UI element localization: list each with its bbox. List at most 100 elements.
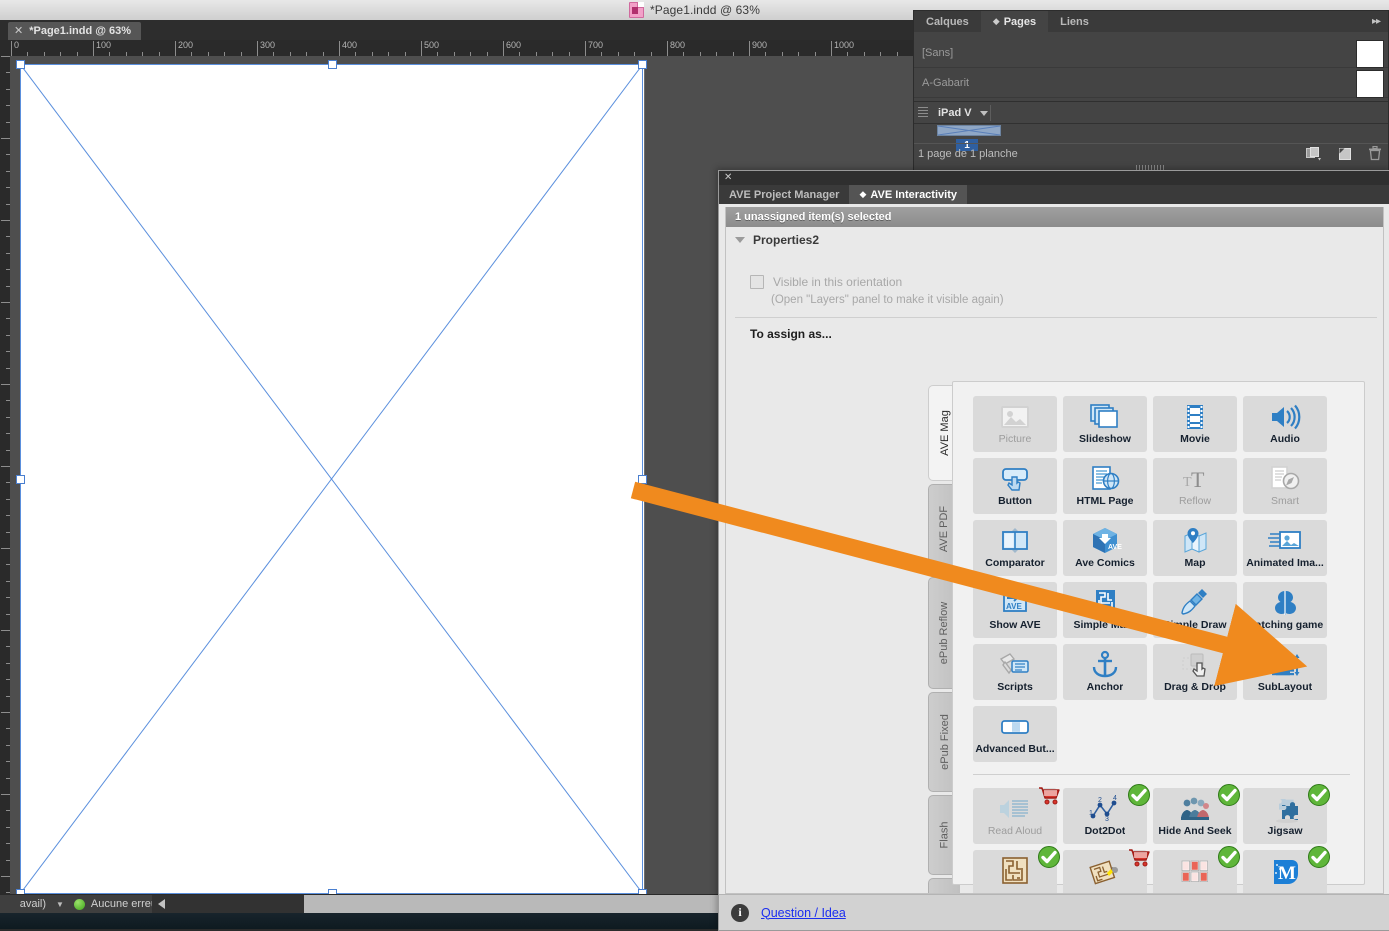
dot2dot-icon: 12 3 4: [1088, 792, 1122, 826]
visible-in-orientation-row[interactable]: Visible in this orientation: [750, 275, 902, 289]
interactivity-item-reflow[interactable]: T T Reflow: [1153, 458, 1237, 514]
svg-text:T: T: [1191, 467, 1205, 492]
game-item-jigsaw[interactable]: Jigsaw: [1243, 784, 1330, 844]
pages-panel: Calques ◆ Pages Liens ▸▸ [Sans] A-Gabari…: [913, 10, 1389, 171]
interactivity-item-comparator[interactable]: Comparator: [973, 520, 1057, 576]
question-idea-link[interactable]: Question / Idea: [761, 906, 846, 920]
tab-liens-label: Liens: [1060, 15, 1089, 28]
interactivity-item-smart[interactable]: Smart: [1243, 458, 1327, 514]
tab-ave-interactivity-label: AVE Interactivity: [870, 188, 957, 201]
interactivity-item-show-ave[interactable]: AVE Show AVE: [973, 582, 1057, 638]
game-item-item-6[interactable]: [1153, 846, 1240, 893]
tab-pages[interactable]: ◆ Pages: [980, 11, 1049, 32]
ruler-label: 700: [588, 40, 604, 50]
check-badge-icon: [1217, 783, 1241, 807]
frame-handle-tc[interactable]: [328, 60, 337, 69]
drag-grip-icon[interactable]: [918, 107, 928, 119]
chevron-down-icon[interactable]: [979, 110, 988, 116]
device-divider: [990, 105, 991, 121]
interactivity-item-simple-maze[interactable]: Simple Maze: [1063, 582, 1147, 638]
new-page-from-master-icon[interactable]: [1306, 146, 1322, 161]
check-badge-icon: [1037, 845, 1061, 869]
new-page-icon[interactable]: [1338, 147, 1352, 161]
tab-ave-interactivity[interactable]: ◆ AVE Interactivity: [849, 185, 967, 204]
close-icon[interactable]: ✕: [14, 25, 23, 37]
cart-badge-icon: [1127, 845, 1151, 869]
interactivity-item-advanced-but[interactable]: Advanced But...: [973, 706, 1057, 762]
interactivity-item-label: Show AVE: [989, 619, 1041, 631]
master-sans-thumbnail[interactable]: [1356, 40, 1384, 68]
interactivity-item-audio[interactable]: Audio: [1243, 396, 1327, 452]
check-badge-icon: [1307, 783, 1331, 807]
tab-liens[interactable]: Liens: [1048, 11, 1101, 32]
memory-cards-icon: [1178, 854, 1212, 888]
interactivity-item-label: Map: [1184, 557, 1206, 569]
game-item-dot2dot[interactable]: 1 2 3 4 Dot2Dot: [1063, 784, 1150, 844]
zoom-level-fragment[interactable]: avail): [0, 898, 50, 910]
interactivity-item-label: Comparator: [985, 557, 1045, 569]
master-row-gabarit[interactable]: A-Gabarit: [914, 69, 1388, 98]
game-item-item-4[interactable]: [973, 846, 1060, 893]
interactivity-item-button[interactable]: Button: [973, 458, 1057, 514]
close-icon[interactable]: ✕: [724, 172, 732, 184]
page-thumbnail[interactable]: [937, 125, 1001, 136]
interactivity-item-label: Movie: [1180, 433, 1210, 445]
interactivity-item-picture[interactable]: Picture: [973, 396, 1057, 452]
properties-title: Properties2: [753, 233, 820, 247]
ruler-label: 0: [14, 40, 20, 50]
tab-calques[interactable]: Calques: [914, 11, 981, 32]
smart-compass-icon: [1268, 462, 1302, 496]
game-item-item-7[interactable]: M: [1243, 846, 1330, 893]
document-tab[interactable]: ✕ *Page1.indd @ 63%: [8, 22, 142, 40]
interactivity-item-ave-comics[interactable]: AVE Ave Comics: [1063, 520, 1147, 576]
slideshow-icon: [1088, 400, 1122, 434]
game-item-label: Read Aloud: [987, 825, 1043, 837]
double-chevron-right-icon[interactable]: ▸▸: [1372, 16, 1381, 27]
selected-frame[interactable]: [16, 60, 647, 898]
frame-handle-tl[interactable]: [16, 60, 25, 69]
scroll-left-arrow-icon[interactable]: [158, 899, 165, 909]
info-icon: i: [731, 903, 749, 922]
tab-drag-handle-icon: ◆: [992, 16, 1000, 26]
tab-ave-project-manager[interactable]: AVE Project Manager: [719, 185, 849, 204]
interactivity-item-label: Slideshow: [1079, 433, 1131, 445]
interactivity-item-anchor[interactable]: Anchor: [1063, 644, 1147, 700]
interactivity-item-drag-drop[interactable]: Drag & Drop: [1153, 644, 1237, 700]
interactivity-item-matching-game[interactable]: Matching game: [1243, 582, 1327, 638]
frame-handle-ml[interactable]: [16, 475, 25, 484]
frame-handle-mr[interactable]: [638, 475, 647, 484]
chevron-down-icon[interactable]: ▼: [56, 900, 64, 909]
game-item-item-5[interactable]: [1063, 849, 1150, 893]
game-item-read-aloud[interactable]: Read Aloud: [973, 787, 1060, 844]
preflight-status-text: Aucune erreur: [90, 898, 161, 910]
interactivity-item-movie[interactable]: Movie: [1153, 396, 1237, 452]
properties-section-header[interactable]: Properties2: [735, 233, 819, 247]
interactivity-item-html-page[interactable]: HTML Page: [1063, 458, 1147, 514]
tab-pages-label: Pages: [1003, 15, 1037, 28]
interactivity-item-sublayout[interactable]: SubLayout: [1243, 644, 1327, 700]
m-letter-icon: M: [1268, 854, 1302, 888]
games-grid: Read Aloud 1 2 3 4 Dot2Dot Hide And Seek Jigsaw…: [973, 784, 1350, 893]
ave-panel-body: 1 unassigned item(s) selected Properties…: [725, 207, 1384, 894]
interactivity-item-map[interactable]: Map: [1153, 520, 1237, 576]
master-gabarit-thumbnail[interactable]: [1356, 70, 1384, 98]
check-badge-icon: [1127, 783, 1151, 807]
empty-frame-cross-icon: [20, 64, 643, 894]
pages-panel-tabs: Calques ◆ Pages Liens: [914, 11, 1388, 32]
delete-page-icon[interactable]: [1368, 146, 1382, 161]
interactivity-item-animated-ima[interactable]: Animated Ima...: [1243, 520, 1327, 576]
device-layout-row[interactable]: iPad V: [914, 103, 1388, 124]
interactivity-item-slideshow[interactable]: Slideshow: [1063, 396, 1147, 452]
frame-handle-tr[interactable]: [638, 60, 647, 69]
picture-icon: [998, 400, 1032, 434]
svg-text:AVE: AVE: [1108, 544, 1122, 551]
jigsaw-puzzle-icon: [1268, 792, 1302, 826]
master-row-sans[interactable]: [Sans]: [914, 39, 1388, 68]
format-tab-label: ePub Fixed: [938, 714, 951, 770]
triangle-down-icon[interactable]: [735, 237, 745, 243]
visible-in-orientation-checkbox[interactable]: [750, 275, 764, 289]
interactivity-item-simple-draw[interactable]: Simple Draw: [1153, 582, 1237, 638]
interactivity-item-scripts[interactable]: Scripts: [973, 644, 1057, 700]
game-item-hide-and-seek[interactable]: Hide And Seek: [1153, 784, 1240, 844]
interactivity-item-label: Simple Draw: [1163, 619, 1227, 631]
